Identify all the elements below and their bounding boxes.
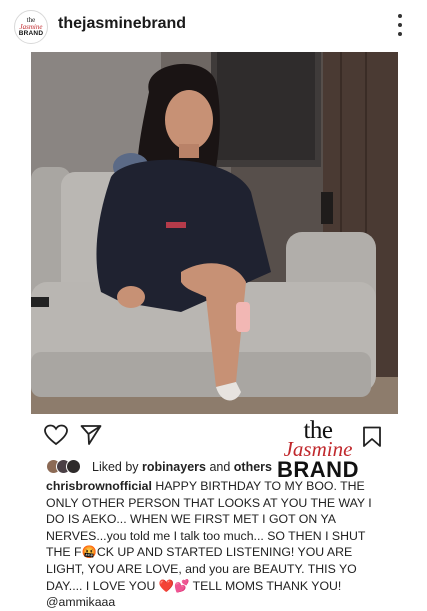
- post-username[interactable]: thejasminebrand: [58, 15, 186, 33]
- liked-by-user[interactable]: robinayers: [142, 460, 206, 474]
- share-paper-plane-icon[interactable]: [80, 424, 102, 446]
- dot: [398, 32, 402, 36]
- more-options-icon[interactable]: [394, 14, 406, 36]
- caption-text: HAPPY BIRTHDAY TO MY BOO. THE ONLY OTHER…: [46, 479, 372, 593]
- dot: [398, 14, 402, 18]
- two-hearts-emoji: 💕: [174, 578, 190, 593]
- caption-author[interactable]: chrisbrownofficial: [46, 479, 152, 493]
- liked-by-others[interactable]: others: [234, 460, 272, 474]
- post-caption: chrisbrownofficial HAPPY BIRTHDAY TO MY …: [46, 478, 386, 611]
- dot: [398, 23, 402, 27]
- liked-by-avatars: [46, 459, 88, 475]
- post-header: the Jasmine BRAND thejasminebrand: [0, 0, 427, 52]
- red-heart-emoji: ❤️: [158, 578, 175, 593]
- like-heart-icon[interactable]: [44, 424, 68, 446]
- post-photo[interactable]: [31, 52, 398, 414]
- profile-avatar[interactable]: the Jasmine BRAND: [14, 10, 48, 44]
- brand-watermark-logo: the Jasmine BRAND: [270, 418, 366, 482]
- mini-avatar: [66, 459, 81, 474]
- liked-by-row[interactable]: Liked by robinayers and others: [46, 458, 272, 476]
- avatar-text-brand: BRAND: [18, 29, 44, 37]
- liked-by-prefix: Liked by: [92, 460, 139, 474]
- photo-of-woman-on-sofa-icon: [31, 52, 398, 414]
- liked-by-middle: and: [209, 460, 231, 474]
